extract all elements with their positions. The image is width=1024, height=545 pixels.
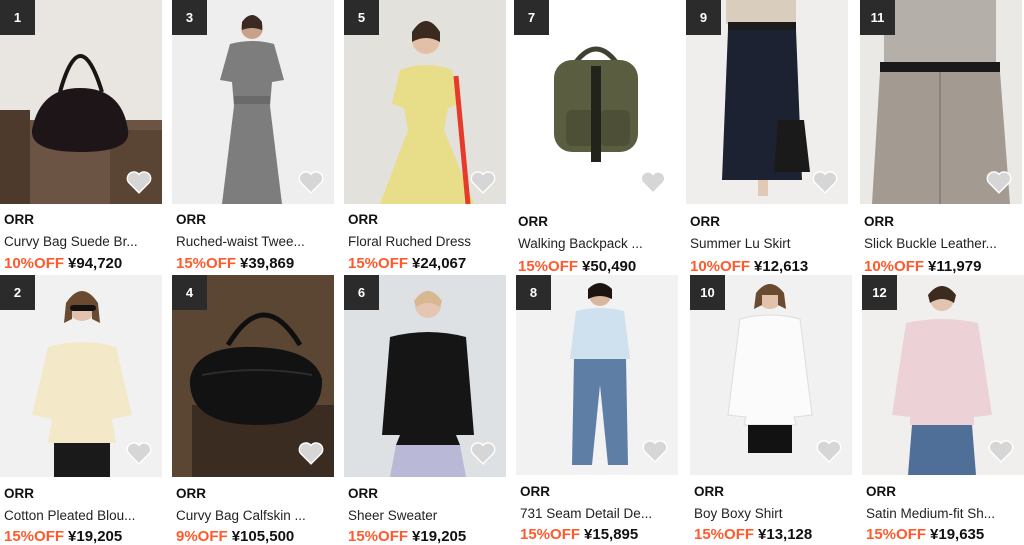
brand-name: ORR xyxy=(176,486,206,501)
heart-icon[interactable] xyxy=(470,441,496,465)
product-card[interactable]: 5 ORR Floral Ruched Dress 15%OFF ¥24,067 xyxy=(344,0,506,275)
product-card[interactable]: 10 ORR Boy Boxy Shirt 15%OFF ¥13,128 xyxy=(690,275,852,545)
product-title[interactable]: Boy Boxy Shirt xyxy=(694,506,847,521)
price: ¥19,635 xyxy=(930,526,985,543)
product-card[interactable]: 3 ORR Ruched-waist Twee... 15%OFF ¥39,869 xyxy=(172,0,334,275)
price: ¥50,490 xyxy=(582,258,637,275)
rank-badge: 8 xyxy=(516,275,551,310)
price-line: 15%OFF ¥13,128 xyxy=(694,526,812,543)
rank-badge: 6 xyxy=(344,275,379,310)
brand-name: ORR xyxy=(520,484,550,499)
price-line: 15%OFF ¥19,205 xyxy=(348,528,466,545)
discount-label: 15%OFF xyxy=(348,255,409,272)
price-line: 10%OFF ¥94,720 xyxy=(4,255,122,272)
discount-label: 15%OFF xyxy=(694,526,755,543)
price-line: 10%OFF ¥11,979 xyxy=(864,258,981,275)
rank-badge: 10 xyxy=(690,275,725,310)
product-title[interactable]: Satin Medium-fit Sh... xyxy=(866,506,1019,521)
brand-name: ORR xyxy=(176,212,206,227)
discount-label: 15%OFF xyxy=(520,526,581,543)
price: ¥19,205 xyxy=(412,528,467,545)
product-title[interactable]: Sheer Sweater xyxy=(348,508,501,523)
rank-badge: 1 xyxy=(0,0,35,35)
product-title[interactable]: Curvy Bag Suede Br... xyxy=(4,234,157,249)
rank-badge: 7 xyxy=(514,0,549,35)
product-card[interactable]: 8 ORR 731 Seam Detail De... 15%OFF ¥15,89… xyxy=(516,275,678,545)
brand-name: ORR xyxy=(864,214,894,229)
rank-badge: 2 xyxy=(0,275,35,310)
product-card[interactable]: 1 ORR Curvy Bag Suede Br... 10%OFF ¥94,72… xyxy=(0,0,162,275)
product-title[interactable]: Floral Ruched Dress xyxy=(348,234,501,249)
discount-label: 10%OFF xyxy=(690,258,751,275)
brand-name: ORR xyxy=(348,212,378,227)
brand-name: ORR xyxy=(348,486,378,501)
rank-badge: 5 xyxy=(344,0,379,35)
discount-label: 15%OFF xyxy=(4,528,65,545)
price-line: 15%OFF ¥50,490 xyxy=(518,258,636,275)
product-card[interactable]: 4 ORR Curvy Bag Calfskin ... 9%OFF ¥105,5… xyxy=(172,275,334,545)
price-line: 15%OFF ¥19,205 xyxy=(4,528,122,545)
price-line: 15%OFF ¥19,635 xyxy=(866,526,984,543)
rank-badge: 11 xyxy=(860,0,895,35)
discount-label: 9%OFF xyxy=(176,528,228,545)
heart-icon[interactable] xyxy=(126,170,152,194)
product-card[interactable]: 6 ORR Sheer Sweater 15%OFF ¥19,205 xyxy=(344,275,506,545)
heart-icon[interactable] xyxy=(642,439,668,463)
price: ¥19,205 xyxy=(68,528,123,545)
discount-label: 10%OFF xyxy=(4,255,65,272)
product-card[interactable]: 11 ORR Slick Buckle Leather... 10%OFF ¥11… xyxy=(860,0,1022,275)
heart-icon[interactable] xyxy=(470,170,496,194)
rank-badge: 4 xyxy=(172,275,207,310)
price-line: 15%OFF ¥24,067 xyxy=(348,255,466,272)
price-line: 15%OFF ¥39,869 xyxy=(176,255,294,272)
product-title[interactable]: 731 Seam Detail De... xyxy=(520,506,673,521)
price: ¥12,613 xyxy=(754,258,809,275)
price: ¥13,128 xyxy=(758,526,813,543)
brand-name: ORR xyxy=(4,486,34,501)
price: ¥24,067 xyxy=(412,255,467,272)
price-line: 10%OFF ¥12,613 xyxy=(690,258,808,275)
heart-icon[interactable] xyxy=(298,441,324,465)
heart-icon[interactable] xyxy=(298,170,324,194)
discount-label: 15%OFF xyxy=(176,255,237,272)
heart-icon[interactable] xyxy=(126,441,152,465)
discount-label: 15%OFF xyxy=(866,526,927,543)
price: ¥15,895 xyxy=(584,526,639,543)
heart-icon[interactable] xyxy=(988,439,1014,463)
discount-label: 15%OFF xyxy=(518,258,579,275)
heart-icon[interactable] xyxy=(986,170,1012,194)
discount-label: 15%OFF xyxy=(348,528,409,545)
brand-name: ORR xyxy=(694,484,724,499)
heart-icon[interactable] xyxy=(640,170,666,194)
product-card[interactable]: 9 ORR Summer Lu Skirt 10%OFF ¥12,613 xyxy=(686,0,848,275)
rank-badge: 3 xyxy=(172,0,207,35)
product-title[interactable]: Ruched-waist Twee... xyxy=(176,234,329,249)
product-card[interactable]: 12 ORR Satin Medium-fit Sh... 15%OFF ¥19,… xyxy=(862,275,1024,545)
product-title[interactable]: Cotton Pleated Blou... xyxy=(4,508,157,523)
price-line: 9%OFF ¥105,500 xyxy=(176,528,294,545)
heart-icon[interactable] xyxy=(816,439,842,463)
brand-name: ORR xyxy=(4,212,34,227)
product-title[interactable]: Summer Lu Skirt xyxy=(690,236,843,251)
product-card[interactable]: 7 ORR Walking Backpack ... 15%OFF ¥50,490 xyxy=(514,0,676,275)
product-title[interactable]: Slick Buckle Leather... xyxy=(864,236,1017,251)
price: ¥105,500 xyxy=(231,528,295,545)
discount-label: 10%OFF xyxy=(864,258,925,275)
price-line: 15%OFF ¥15,895 xyxy=(520,526,638,543)
product-title[interactable]: Curvy Bag Calfskin ... xyxy=(176,508,329,523)
brand-name: ORR xyxy=(690,214,720,229)
rank-badge: 9 xyxy=(686,0,721,35)
brand-name: ORR xyxy=(866,484,896,499)
price: ¥39,869 xyxy=(240,255,295,272)
product-card[interactable]: 2 ORR Cotton Pleated Blou... 15%OFF ¥19,2… xyxy=(0,275,162,545)
price: ¥11,979 xyxy=(928,258,982,275)
brand-name: ORR xyxy=(518,214,548,229)
rank-badge: 12 xyxy=(862,275,897,310)
price: ¥94,720 xyxy=(68,255,123,272)
product-title[interactable]: Walking Backpack ... xyxy=(518,236,671,251)
heart-icon[interactable] xyxy=(812,170,838,194)
